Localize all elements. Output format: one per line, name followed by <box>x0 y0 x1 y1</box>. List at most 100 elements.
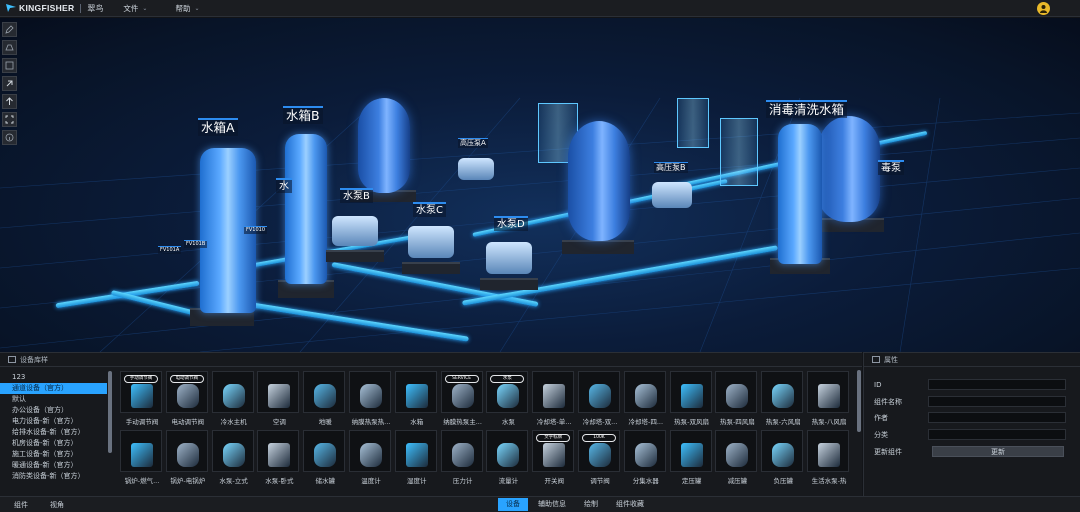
component-card[interactable]: 手动调节阀 手动调节阀 <box>120 371 164 429</box>
component-thumbnail <box>623 430 666 472</box>
component-card[interactable]: 水箱 <box>394 371 439 429</box>
component-card[interactable]: 热泵-八风扇 <box>807 371 851 429</box>
component-card[interactable]: 湿度计 <box>394 430 439 488</box>
component-card[interactable]: 冷水主机 <box>211 371 256 429</box>
scene-viewport[interactable]: 水箱A 水箱B 水泵B 水泵C 水泵D 高压泵A 高压泵B 消毒清洗水箱 FV1… <box>0 18 1080 352</box>
frame-tool[interactable] <box>2 58 17 73</box>
menu-help-label: 帮助 <box>175 3 191 13</box>
category-item[interactable]: 电力设备-新（官方） <box>0 416 113 427</box>
component-preview-icon <box>451 384 474 408</box>
component-card[interactable]: 定压罐 <box>669 430 714 488</box>
component-card[interactable]: 冷却塔-双... <box>578 371 622 429</box>
user-avatar[interactable] <box>1037 2 1050 15</box>
component-card[interactable]: 负压罐 <box>761 430 805 488</box>
component-card[interactable]: 热泵-六风扇 <box>761 371 805 429</box>
device-library-panel: 设备库样 123 通道设备（官方） 默认 办公设备（官方） 电力设备-新（官方） 给排水设… <box>0 352 862 496</box>
prop-id-input[interactable] <box>928 379 1066 390</box>
component-card[interactable]: 热泵-四风扇 <box>715 371 759 429</box>
component-card[interactable]: 分集水器 <box>623 430 668 488</box>
component-preview-icon <box>360 384 382 408</box>
component-card[interactable]: 100K 调节阀 <box>578 430 622 488</box>
category-item[interactable]: 机房设备-新（官方） <box>0 438 113 449</box>
label-fv101b: FV101B <box>184 240 208 248</box>
category-scrollbar[interactable] <box>108 371 112 453</box>
pump-c[interactable] <box>408 226 454 258</box>
component-card[interactable]: 热泵-双风扇 <box>669 371 714 429</box>
bottom-tab[interactable]: 组件收藏 <box>608 498 652 511</box>
component-card[interactable]: 地暖 <box>303 371 347 429</box>
component-card[interactable]: 生活水泵-热 <box>807 430 851 488</box>
component-thumbnail <box>807 371 849 413</box>
category-item[interactable]: 123 <box>0 372 113 383</box>
component-card[interactable]: 压力计 <box>440 430 485 488</box>
component-tag: SERVICE <box>444 375 479 383</box>
fullscreen-tool[interactable] <box>2 112 17 127</box>
category-item[interactable]: 消防类设备-新（官方） <box>0 471 113 482</box>
hp-pump-b[interactable] <box>652 182 692 208</box>
tank-b[interactable] <box>285 134 327 284</box>
component-card[interactable]: 电动调节阀 电动调节阀 <box>165 371 210 429</box>
component-card[interactable]: 空调 <box>257 371 301 429</box>
component-grid-scrollbar[interactable] <box>857 370 861 432</box>
prop-category-input[interactable] <box>928 429 1066 440</box>
pump-d[interactable] <box>486 242 532 274</box>
category-item[interactable]: 暖通设备-新（官方） <box>0 460 113 471</box>
component-card[interactable]: 锅炉-燃气... <box>120 430 164 488</box>
component-label: 负压罐 <box>773 477 793 485</box>
component-label: 减压罐 <box>727 477 748 485</box>
prop-name-input[interactable] <box>928 396 1066 407</box>
component-card[interactable]: 水泵-卧式 <box>257 430 301 488</box>
category-item[interactable]: 办公设备（官方） <box>0 405 113 416</box>
pump-base <box>402 262 460 274</box>
component-card[interactable]: 文字标牌 开关阀 <box>532 430 576 488</box>
component-label: 热泵-八风扇 <box>811 418 847 426</box>
perspective-tool[interactable] <box>2 40 17 55</box>
component-card[interactable]: 水泵 水泵 <box>486 371 530 429</box>
bottom-tab[interactable]: 设备 <box>498 498 528 511</box>
pump-b[interactable] <box>332 216 378 246</box>
component-card[interactable]: 减压罐 <box>715 430 759 488</box>
pressure-vessel[interactable] <box>568 121 630 241</box>
component-card[interactable]: 冷却塔-单... <box>532 371 576 429</box>
component-preview-icon <box>589 384 611 408</box>
edit-tool[interactable] <box>2 22 17 37</box>
component-thumbnail: 100K <box>578 430 620 472</box>
menu-file[interactable]: 文件 ⌄ <box>123 3 147 14</box>
component-card[interactable]: 温度计 <box>349 430 393 488</box>
category-item[interactable]: 施工设备-新（官方） <box>0 449 113 460</box>
component-card[interactable]: 储水罐 <box>303 430 347 488</box>
component-card[interactable]: 纳膜热泵热... <box>349 371 393 429</box>
component-card[interactable]: 冷却塔-四... <box>623 371 668 429</box>
component-label: 锅炉-电锅炉 <box>170 477 206 485</box>
component-card[interactable]: SERVICE 纳膜热泵主... <box>440 371 485 429</box>
pressure-vessel[interactable] <box>358 98 410 193</box>
move-tool[interactable] <box>2 76 17 91</box>
component-preview-icon <box>543 384 566 408</box>
menu-help[interactable]: 帮助 ⌄ <box>175 3 199 14</box>
pressure-vessel[interactable] <box>818 116 880 222</box>
bottom-menu-component[interactable]: 组件 <box>14 500 28 510</box>
component-card[interactable]: 锅炉-电锅炉 <box>165 430 210 488</box>
top-bar: KINGFISHER 翠鸟 文件 ⌄ 帮助 ⌄ <box>0 0 1080 17</box>
component-label: 热泵-双风扇 <box>674 418 710 426</box>
lift-tool[interactable] <box>2 94 17 109</box>
disinfect-tank[interactable] <box>778 124 822 264</box>
component-card[interactable]: 流量计 <box>486 430 530 488</box>
bottom-tab[interactable]: 绘制 <box>576 498 606 511</box>
category-item[interactable]: 通道设备（官方） <box>0 383 107 394</box>
component-label: 手动调节阀 <box>125 418 159 426</box>
logo: KINGFISHER 翠鸟 <box>6 3 103 14</box>
prop-author-input[interactable] <box>928 412 1066 423</box>
bottom-menu-view[interactable]: 视角 <box>50 500 64 510</box>
update-button[interactable]: 更新 <box>932 446 1064 457</box>
category-item[interactable]: 默认 <box>0 394 113 405</box>
hp-pump-a[interactable] <box>458 158 494 180</box>
bottom-tab[interactable]: 辅助信息 <box>530 498 574 511</box>
component-label: 湿度计 <box>407 477 427 485</box>
info-tool[interactable] <box>2 130 17 145</box>
filter-rack <box>720 118 758 186</box>
category-item[interactable]: 给排水设备-新（官方） <box>0 427 113 438</box>
component-card[interactable]: 水泵-立式 <box>211 430 256 488</box>
component-label: 冷却塔-单... <box>536 418 572 426</box>
component-thumbnail <box>669 430 712 472</box>
